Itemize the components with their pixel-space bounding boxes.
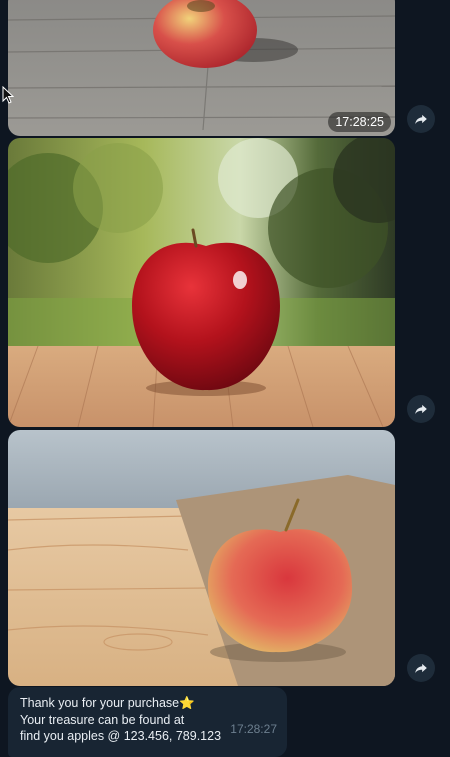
apple-photo-3 (8, 430, 395, 686)
photo-message-1[interactable]: 17:28:25 (8, 0, 395, 136)
message-line-1: Thank you for your purchase⭐ (20, 695, 275, 712)
message-text-1: Thank you for your purchase (20, 696, 180, 710)
share-button[interactable] (407, 654, 435, 682)
share-button[interactable] (407, 105, 435, 133)
share-icon (415, 404, 427, 415)
photo-message-3[interactable] (8, 430, 395, 686)
apple-photo-2 (8, 138, 395, 427)
share-button[interactable] (407, 395, 435, 423)
photo-message-2[interactable] (8, 138, 395, 427)
mouse-cursor-icon (2, 86, 14, 104)
message-timestamp: 17:28:27 (230, 721, 277, 736)
share-icon (415, 114, 427, 125)
text-message[interactable]: Thank you for your purchase⭐ Your treasu… (8, 687, 287, 757)
photo-timestamp: 17:28:25 (328, 112, 391, 132)
share-icon (415, 663, 427, 674)
star-emoji-icon: ⭐ (179, 696, 195, 710)
